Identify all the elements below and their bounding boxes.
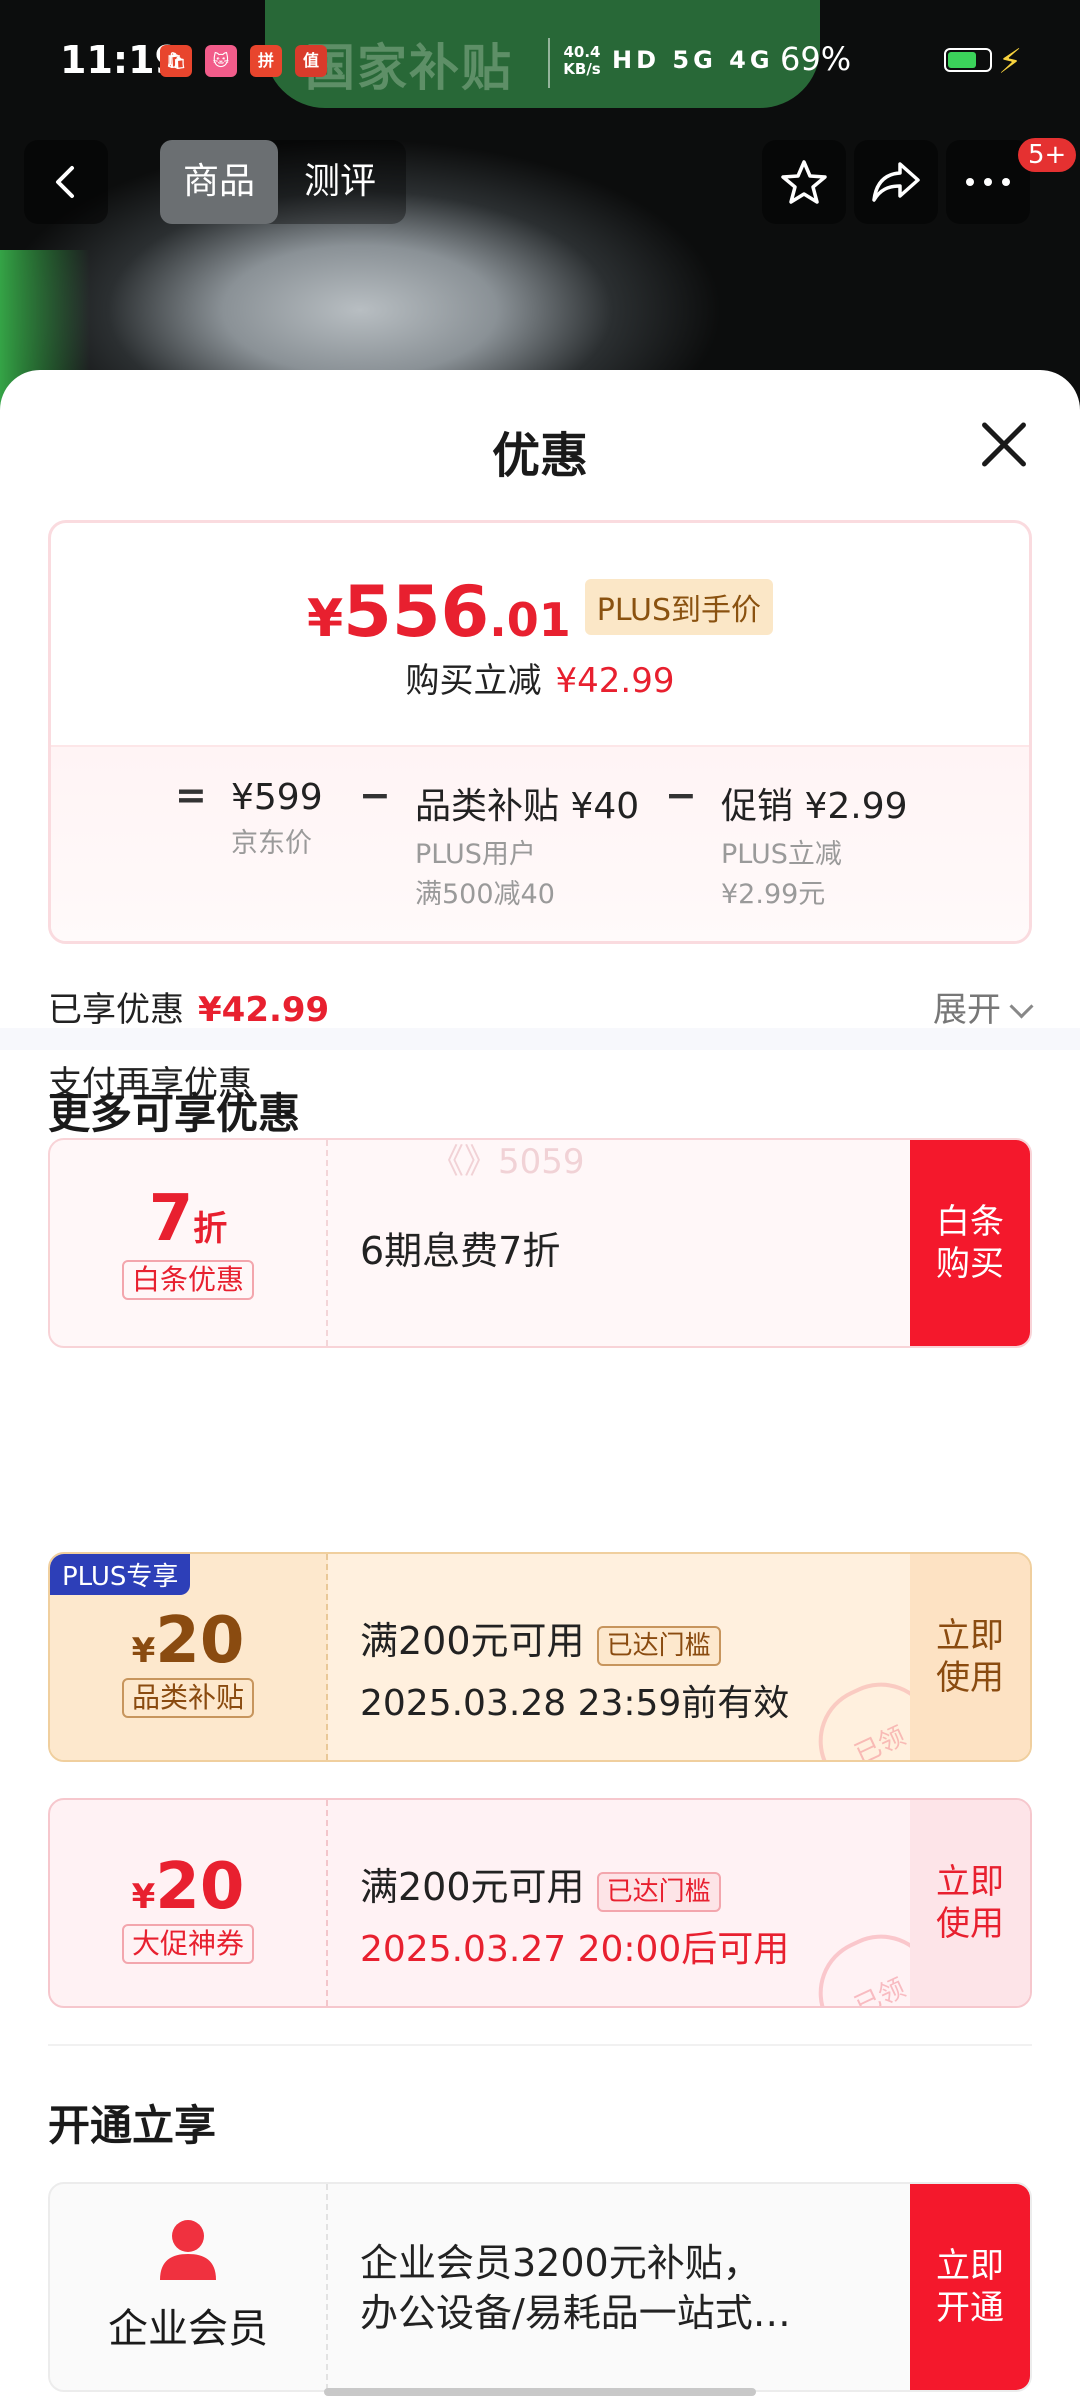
divider [48,2044,1032,2046]
use-coupon-button[interactable]: 立即 使用 [910,1554,1030,1760]
expand-button[interactable]: 展开 [933,982,1034,1031]
plus-exclusive-badge: PLUS专享 [50,1554,191,1595]
baitiao-discount: 7折 [148,1182,228,1256]
enterprise-card: 企业会员 企业会员3200元补贴， 办公设备/易耗品一站式… 立即 开通 [48,2182,1032,2392]
instant-discount: 购买立减 ¥42.99 [405,661,675,701]
tab-switcher: 商品 测评 [160,140,406,224]
minus-sign: − [665,773,697,817]
open-benefits-title: 开通立享 [48,2101,217,2150]
use-coupon-button[interactable]: 立即 使用 [910,1800,1030,2006]
enterprise-left: 企业会员 [50,2184,328,2390]
price-breakdown: = ¥599 京东价 − 品类补贴 ¥40 PLUS用户 满500减40 − 促销… [51,745,1029,941]
minus-sign: − [359,773,391,817]
coupon-card: ¥20 品类补贴 PLUS专享 满200元可用 已达门槛 2025.03.28 … [48,1552,1032,1762]
app-notification-icon: 值 [295,45,327,77]
battery-icon [944,48,992,72]
coupon-info: 满200元可用 已达门槛 2025.03.28 23:59前有效 [360,1619,790,1724]
app-notification-icon: 🐱 [205,45,237,77]
price-card: ¥556.01 PLUS到手价 购买立减 ¥42.99 = ¥599 京东价 − … [48,520,1032,944]
share-icon [872,162,920,202]
coupon-amount: ¥20 [131,1604,245,1678]
share-button[interactable] [854,140,938,224]
coupon-info: 满200元可用 已达门槛 2025.03.27 20:00后可用 [360,1865,790,1970]
baitiao-desc: 6期息费7折 [360,1229,561,1273]
enterprise-desc: 企业会员3200元补贴， 办公设备/易耗品一站式… [360,2241,791,2335]
plus-price-tag: PLUS到手价 [584,579,774,635]
base-price-item: ¥599 京东价 [231,777,323,859]
more-discounts-title: 更多可享优惠 [48,1089,301,1138]
baitiao-tag: 白条优惠 [121,1260,254,1300]
sheet-title: 优惠 [491,428,588,484]
coupon-tag: 大促神券 [121,1924,254,1964]
signal-indicators: HD 5G 4G [612,46,774,74]
status-divider [548,38,550,88]
person-icon [160,2220,216,2280]
chevron-left-icon [56,166,74,198]
close-icon[interactable] [978,418,1030,470]
final-price: ¥556.01 PLUS到手价 [51,571,1029,653]
app-notification-icon: 拼 [250,45,282,77]
tab-review[interactable]: 测评 [290,140,390,224]
discount-sheet: 优惠 ¥556.01 PLUS到手价 购买立减 ¥42.99 = ¥599 京东价… [0,370,1080,2400]
price-value: ¥556.01 [306,571,571,653]
charging-bolt-icon: ⚡ [998,42,1022,82]
favorite-button[interactable] [762,140,846,224]
more-badge: 5+ [1018,138,1077,172]
section-divider [0,1028,1080,1050]
coupon-amount: ¥20 [131,1850,245,1924]
home-indicator[interactable] [324,2388,756,2396]
enjoyed-discount: 已享优惠 ¥42.99 [48,990,330,1030]
equals-sign: = [175,773,207,817]
baitiao-buy-button[interactable]: 白条 购买 [910,1140,1030,1346]
open-membership-button[interactable]: 立即 开通 [910,2184,1030,2390]
battery-percent: 69% [780,40,852,78]
coupon-left: ¥20 大促神券 [50,1800,328,2006]
network-speed: 40.4 KB/s [563,43,601,78]
app-notification-icon: 🛍 [160,45,192,77]
promo-item: 促销 ¥2.99 PLUS立减 ¥2.99元 [721,786,908,910]
subsidy-item: 品类补贴 ¥40 PLUS用户 满500减40 [415,786,640,910]
more-icon [966,178,1010,186]
star-icon [781,160,827,204]
status-bar: 11:19 🛍 🐱 拼 值 40.4 KB/s HD 5G 4G 69% ⚡ [0,0,1080,125]
coupon-card: ¥20 大促神券 满200元可用 已达门槛 2025.03.27 20:00后可… [48,1798,1032,2008]
enterprise-label: 企业会员 [108,2306,268,2352]
coupon-tag: 品类补贴 [121,1678,254,1718]
baitiao-card: 7折 白条优惠 6期息费7折 《》5059 白条 购买 [48,1138,1032,1348]
watermark: 《》5059 [430,1142,585,1182]
baitiao-left: 7折 白条优惠 [50,1140,328,1346]
back-button[interactable] [24,140,108,224]
tab-goods[interactable]: 商品 [160,140,278,224]
chevron-down-icon [1009,994,1034,1019]
